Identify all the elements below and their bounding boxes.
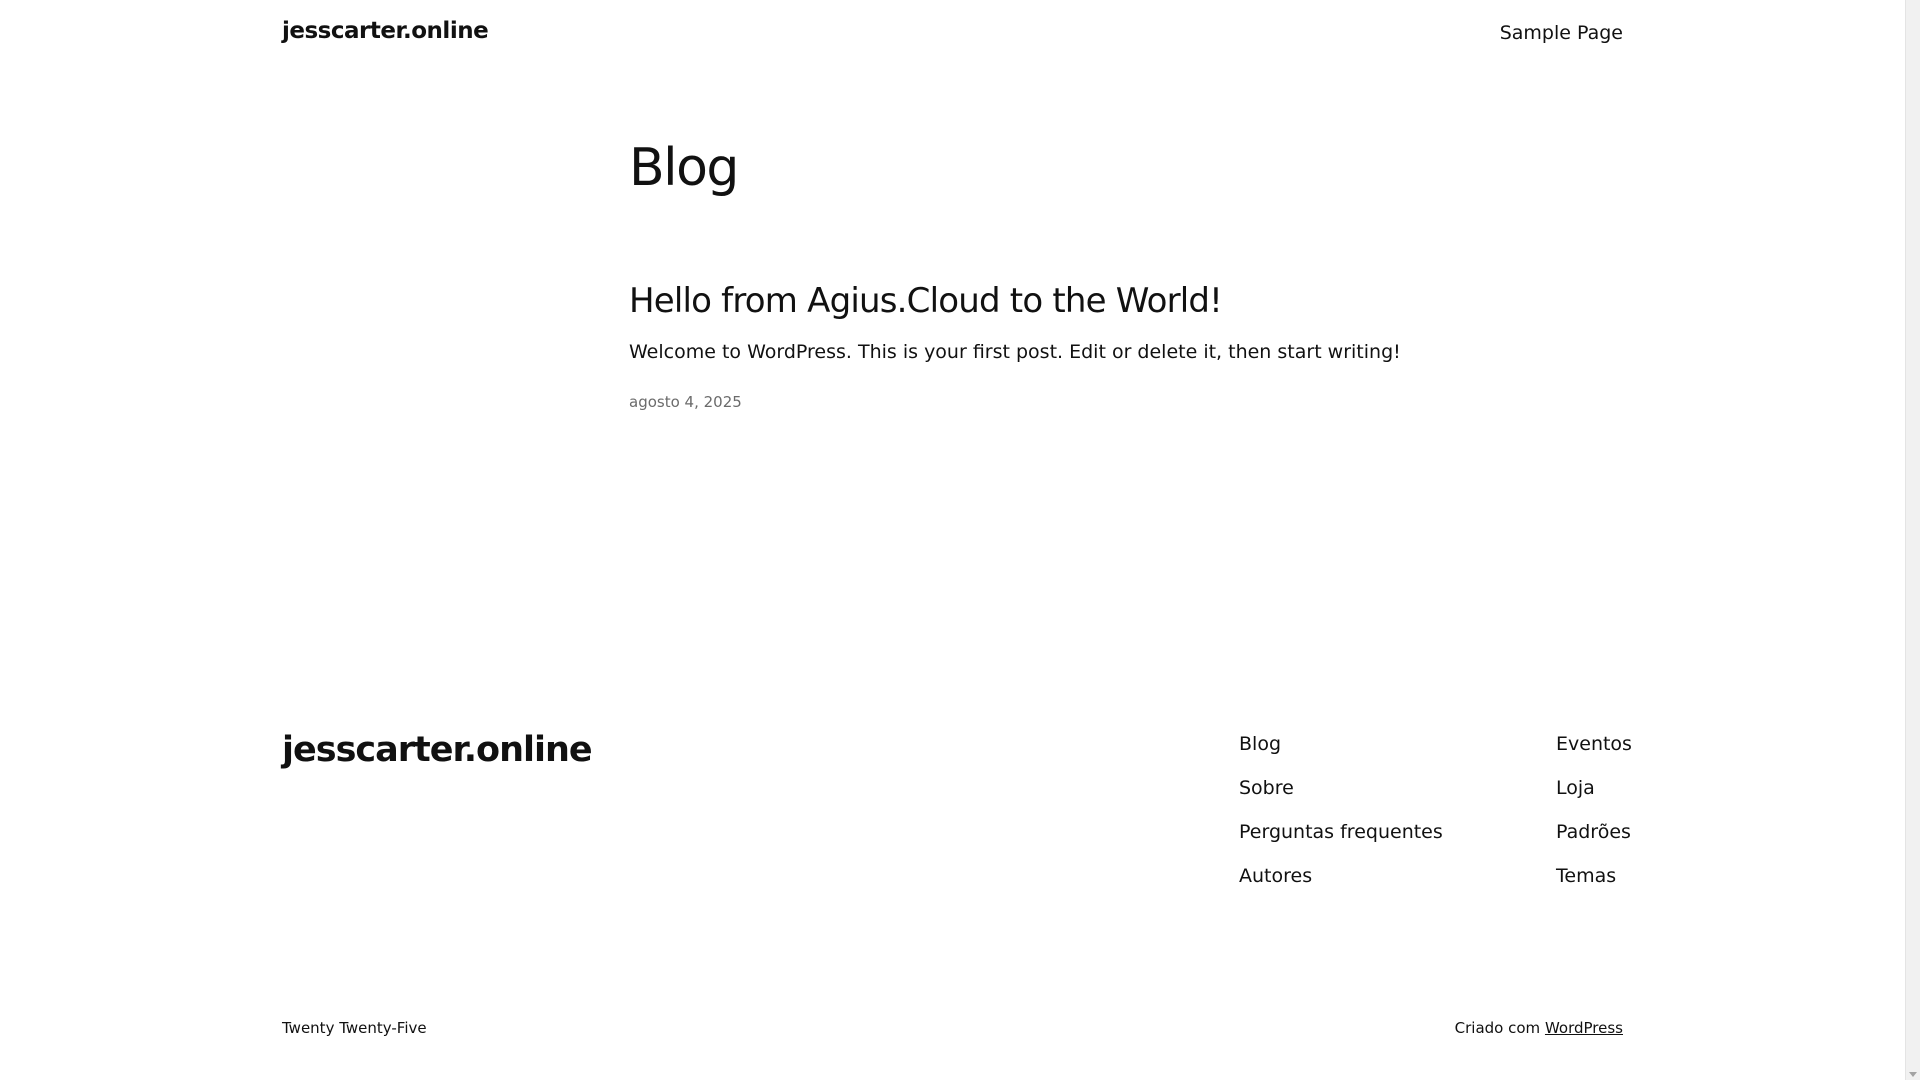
post-title: Hello from Agius.Cloud to the World! xyxy=(629,278,1329,324)
footer-link-blog[interactable]: Blog xyxy=(1239,733,1281,755)
footer-nav-column-2: Eventos Loja Padrões Temas xyxy=(1556,728,1632,904)
post-excerpt: Welcome to WordPress. This is your first… xyxy=(629,341,1401,363)
footer-link-perguntas-frequentes[interactable]: Perguntas frequentes xyxy=(1239,821,1443,843)
page: jesscarter.online Sample Page Blog Hello… xyxy=(0,0,1905,1080)
footer-site-title-link[interactable]: jesscarter.online xyxy=(282,728,593,772)
site-title-link[interactable]: jesscarter.online xyxy=(282,18,489,44)
powered-by: Criado com WordPress xyxy=(1455,1019,1623,1037)
post-date[interactable]: agosto 4, 2025 xyxy=(629,393,742,411)
post-item: Hello from Agius.Cloud to the World! Wel… xyxy=(629,278,1401,411)
footer-link-temas[interactable]: Temas xyxy=(1556,865,1616,887)
footer-nav-column-1: Blog Sobre Perguntas frequentes Autores xyxy=(1239,728,1443,904)
footer-link-sobre[interactable]: Sobre xyxy=(1239,777,1294,799)
site-header: jesscarter.online Sample Page xyxy=(0,0,1905,70)
footer-link-padroes[interactable]: Padrões xyxy=(1556,821,1631,843)
page-title: Blog xyxy=(629,138,739,198)
nav-link-sample-page[interactable]: Sample Page xyxy=(1500,22,1623,44)
scroll-down-arrow-icon[interactable] xyxy=(1909,1072,1917,1077)
footer-link-autores[interactable]: Autores xyxy=(1239,865,1312,887)
post-title-link[interactable]: Hello from Agius.Cloud to the World! xyxy=(629,281,1223,321)
wordpress-link[interactable]: WordPress xyxy=(1545,1019,1623,1037)
footer-link-loja[interactable]: Loja xyxy=(1556,777,1595,799)
footer-link-eventos[interactable]: Eventos xyxy=(1556,733,1632,755)
vertical-scrollbar[interactable] xyxy=(1905,0,1920,1080)
theme-credit: Twenty Twenty-Five xyxy=(282,1019,427,1037)
powered-by-label: Criado com xyxy=(1454,1019,1541,1037)
